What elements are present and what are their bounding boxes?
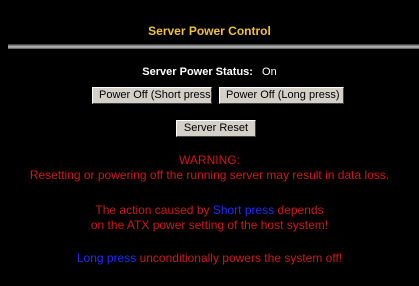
long-press-suffix: unconditionally powers the system off!	[136, 251, 343, 265]
short-press-keyword: Short press	[212, 203, 275, 217]
power-status-row: Server Power Status: On	[0, 66, 419, 78]
power-status-label: Server Power Status:	[142, 66, 253, 78]
top-edge	[0, 0, 419, 10]
page-title: Server Power Control	[148, 24, 271, 38]
long-press-keyword: Long press	[76, 251, 137, 265]
warning-atx-text: on the ATX power setting of the host sys…	[90, 218, 329, 232]
warning-title: WARNING:	[179, 153, 240, 167]
warning-data-loss-text: Resetting or powering off the running se…	[29, 168, 390, 182]
warning-short-press-text: The action caused by Short press depends	[0, 203, 419, 217]
title-divider	[8, 44, 419, 49]
power-off-short-press-button[interactable]: Power Off (Short press)	[92, 87, 214, 104]
warning-long-press-text: Long press unconditionally powers the sy…	[0, 251, 419, 265]
short-press-prefix: The action caused by	[95, 203, 213, 217]
power-status-value: On	[262, 66, 277, 78]
power-off-long-press-button[interactable]: Power Off (Long press)	[219, 87, 344, 104]
server-reset-button[interactable]: Server Reset	[176, 120, 256, 137]
short-press-suffix: depends	[274, 203, 324, 217]
